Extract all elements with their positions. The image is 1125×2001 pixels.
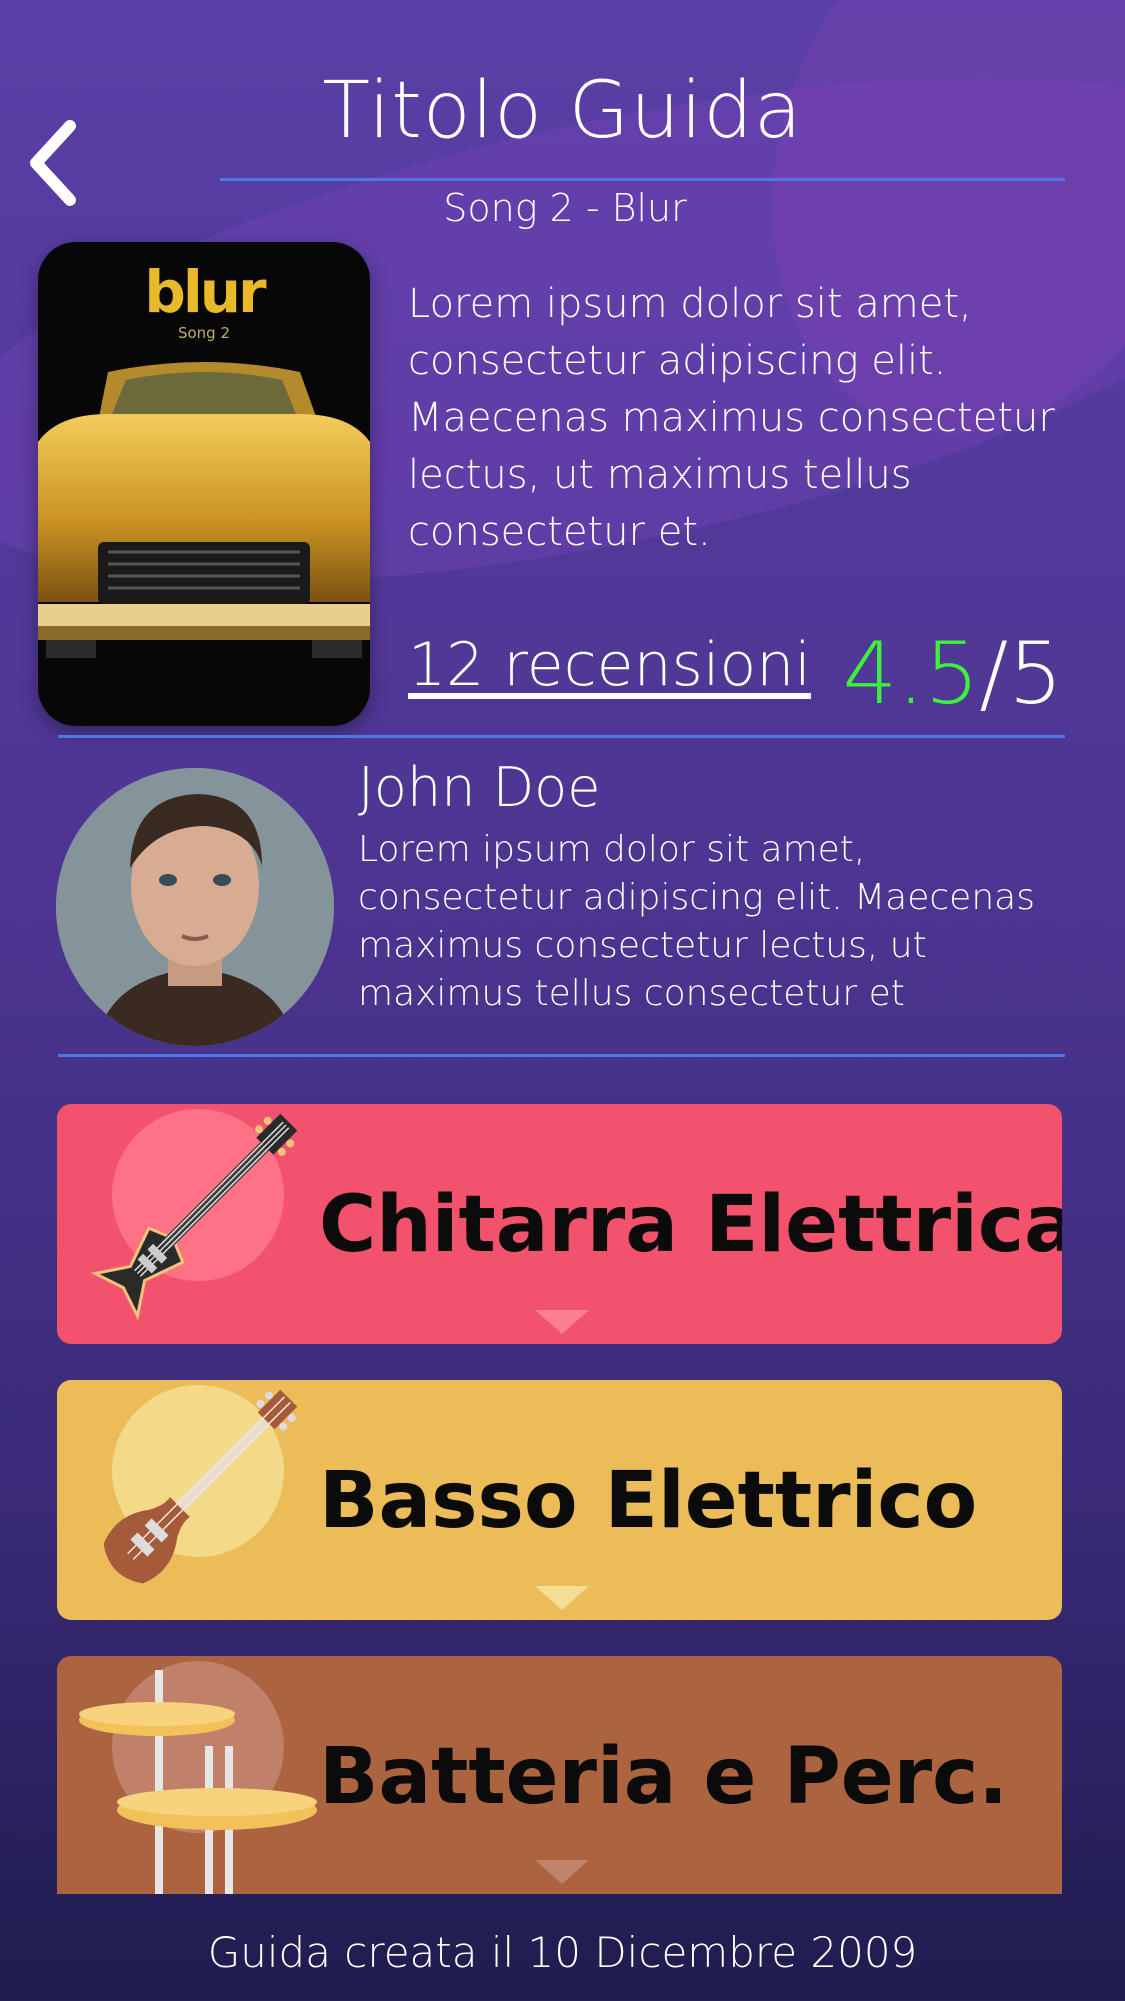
chevron-down-icon: [535, 1586, 589, 1610]
instrument-label: Batteria e Perc.: [319, 1732, 1009, 1822]
back-chevron-icon[interactable]: [24, 118, 84, 208]
chevron-down-icon: [535, 1310, 589, 1334]
instrument-label: Basso Elettrico: [319, 1456, 978, 1546]
footer-created-date: Guida creata il 10 Dicembre 2009: [207, 1928, 918, 1977]
author-bio: Lorem ipsum dolor sit amet, consectetur …: [358, 829, 1035, 1014]
rating-max: /5: [979, 624, 1063, 724]
chevron-down-icon: [535, 1860, 589, 1884]
title-divider: [220, 178, 1065, 181]
rating-score: 4.5: [842, 624, 980, 724]
song-description: Lorem ipsum dolor sit amet, consectetur …: [408, 281, 1055, 555]
instrument-label: Chitarra Elettrica: [319, 1180, 1062, 1270]
cymbals-icon: [79, 1670, 317, 1894]
author-name: John Doe: [358, 756, 601, 819]
bass-guitar-icon: [103, 1389, 298, 1584]
author-avatar: [56, 768, 334, 1046]
car-illustration: [38, 362, 370, 658]
song-subtitle: Song 2 - Blur: [443, 186, 687, 230]
reviews-link[interactable]: 12 recensioni: [408, 630, 811, 700]
album-cover: blur Song 2: [38, 242, 370, 726]
instrument-card-basso[interactable]: Basso Elettrico: [57, 1380, 1062, 1620]
electric-guitar-icon: [90, 1113, 298, 1321]
instrument-card-batteria[interactable]: Batteria e Perc.: [57, 1656, 1062, 1894]
section-divider: [58, 1054, 1065, 1057]
rating: 4.5/5: [843, 624, 1063, 724]
section-divider: [58, 735, 1065, 738]
instrument-card-chitarra[interactable]: Chitarra Elettrica: [57, 1104, 1062, 1344]
page-title: Titolo Guida: [322, 66, 803, 156]
